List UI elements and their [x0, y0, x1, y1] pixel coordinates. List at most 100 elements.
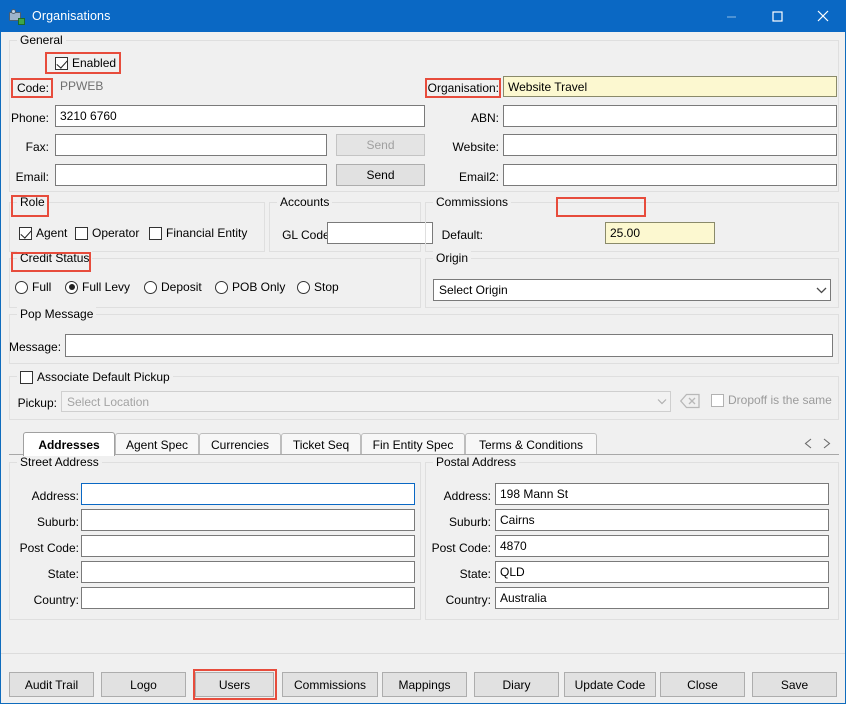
tab-label: Ticket Seq: [292, 437, 350, 452]
window-title: Organisations: [32, 9, 111, 23]
email-label: Email:: [15, 170, 49, 184]
tab-nav-prev[interactable]: [804, 437, 813, 452]
role-option-agent[interactable]: Agent: [19, 226, 67, 240]
checkbox-box: [19, 226, 32, 240]
clear-backspace-icon[interactable]: [679, 393, 700, 409]
role-option-financial-entity[interactable]: Financial Entity: [149, 226, 247, 240]
street-address-label: Address:: [31, 489, 79, 503]
pop-message-field[interactable]: [65, 334, 833, 357]
email-field[interactable]: [55, 164, 327, 186]
street-country-field[interactable]: [81, 587, 415, 609]
credit-status-option-pob-only[interactable]: POB Only: [215, 280, 285, 294]
chevron-down-icon: [813, 280, 830, 300]
chevron-down-icon: [653, 392, 670, 411]
phone-label: Phone:: [10, 111, 49, 125]
tab-ticket-seq[interactable]: Ticket Seq: [281, 433, 361, 455]
credit-status-option-stop[interactable]: Stop: [297, 280, 339, 294]
checkbox-box: [55, 56, 68, 70]
email2-label: Email2:: [458, 170, 499, 184]
organisations-window: Organisations General Enabled Code: PPWE…: [0, 0, 846, 704]
checkbox-box: [20, 370, 33, 384]
gl-code-field[interactable]: [327, 222, 433, 244]
radio-circle: [297, 280, 310, 294]
gl-code-label: GL Code:: [282, 228, 333, 242]
organisation-field[interactable]: Website Travel: [503, 76, 837, 97]
street-state-field[interactable]: [81, 561, 415, 583]
pop-message-legend: Pop Message: [17, 307, 97, 321]
tab-label: Addresses: [38, 437, 100, 452]
postal-address-field[interactable]: 198 Mann St: [495, 483, 829, 505]
abn-label: ABN:: [470, 111, 499, 125]
role-option-label: Operator: [92, 226, 140, 240]
radio-circle: [215, 280, 228, 294]
credit-status-option-full-levy[interactable]: Full Levy: [65, 280, 130, 294]
pickup-label: Pickup:: [17, 396, 57, 410]
mappings-button[interactable]: Mappings: [382, 672, 467, 697]
postal-country-field[interactable]: Australia: [495, 587, 829, 609]
street-post-code-field[interactable]: [81, 535, 415, 557]
maximize-button[interactable]: [754, 0, 800, 32]
tab-currencies[interactable]: Currencies: [199, 433, 281, 455]
radio-circle: [144, 280, 157, 294]
organisation-label: Organisation:: [427, 81, 499, 95]
tab-label: Fin Entity Spec: [372, 437, 454, 452]
credit-status-label: Deposit: [161, 280, 202, 294]
phone-field[interactable]: 3210 6760: [55, 105, 425, 127]
pickup-select[interactable]: Select Location: [61, 391, 671, 412]
origin-selected-value: Select Origin: [439, 283, 508, 297]
postal-state-label: State:: [459, 567, 491, 581]
dropoff-is-the-same-checkbox[interactable]: Dropoff is the same: [711, 393, 832, 407]
postal-post-code-field[interactable]: 4870: [495, 535, 829, 557]
fax-field[interactable]: [55, 134, 327, 156]
tab-addresses[interactable]: Addresses: [23, 432, 115, 456]
checkbox-box: [711, 393, 724, 407]
pickup-placeholder: Select Location: [67, 394, 150, 409]
street-suburb-field[interactable]: [81, 509, 415, 531]
window-controls: [708, 0, 846, 32]
abn-field[interactable]: [503, 105, 837, 127]
credit-status-label: POB Only: [232, 280, 286, 294]
website-label: Website:: [452, 140, 499, 154]
credit-status-option-deposit[interactable]: Deposit: [144, 280, 202, 294]
street-address-field[interactable]: [81, 483, 415, 505]
website-field[interactable]: [503, 134, 837, 156]
tab-fin-entity-spec[interactable]: Fin Entity Spec: [361, 433, 465, 455]
audit-trail-button[interactable]: Audit Trail: [9, 672, 94, 697]
users-button[interactable]: Users: [195, 672, 274, 697]
fax-label: Fax:: [25, 140, 49, 154]
enabled-checkbox[interactable]: Enabled: [55, 56, 116, 70]
checkbox-box: [75, 226, 88, 240]
associate-default-pickup-checkbox[interactable]: Associate Default Pickup: [17, 370, 173, 384]
postal-suburb-field[interactable]: Cairns: [495, 509, 829, 531]
postal-state-field[interactable]: QLD: [495, 561, 829, 583]
postal-suburb-label: Suburb:: [448, 515, 491, 529]
street-country-label: Country:: [33, 593, 79, 607]
credit-status-label: Full: [32, 280, 52, 294]
enabled-label: Enabled: [72, 56, 117, 70]
tab-underline: [9, 454, 839, 455]
minimize-button[interactable]: [708, 0, 754, 32]
tab-nav-next[interactable]: [822, 437, 831, 452]
diary-button[interactable]: Diary: [474, 672, 559, 697]
close-button-footer[interactable]: Close: [660, 672, 745, 697]
street-suburb-label: Suburb:: [36, 515, 79, 529]
save-button[interactable]: Save: [752, 672, 837, 697]
update-code-button[interactable]: Update Code: [564, 672, 656, 697]
commission-default-field[interactable]: 25.00: [605, 222, 715, 244]
close-button[interactable]: [800, 0, 846, 32]
tab-terms-conditions[interactable]: Terms & Conditions: [465, 433, 597, 455]
credit-status-option-full[interactable]: Full: [15, 280, 51, 294]
credit-status-label: Full Levy: [82, 280, 131, 294]
role-option-operator[interactable]: Operator: [75, 226, 139, 240]
dropoff-label: Dropoff is the same: [728, 393, 832, 407]
logo-button[interactable]: Logo: [101, 672, 186, 697]
origin-select[interactable]: Select Origin: [433, 279, 831, 301]
commission-default-label: Default:: [441, 228, 483, 242]
tab-agent-spec[interactable]: Agent Spec: [115, 433, 199, 455]
general-legend: General: [17, 33, 66, 47]
code-label: Code:: [16, 81, 49, 95]
email2-field[interactable]: [503, 164, 837, 186]
title-bar: Organisations: [0, 0, 846, 32]
commissions-button[interactable]: Commissions: [282, 672, 378, 697]
checkbox-box: [149, 226, 162, 240]
